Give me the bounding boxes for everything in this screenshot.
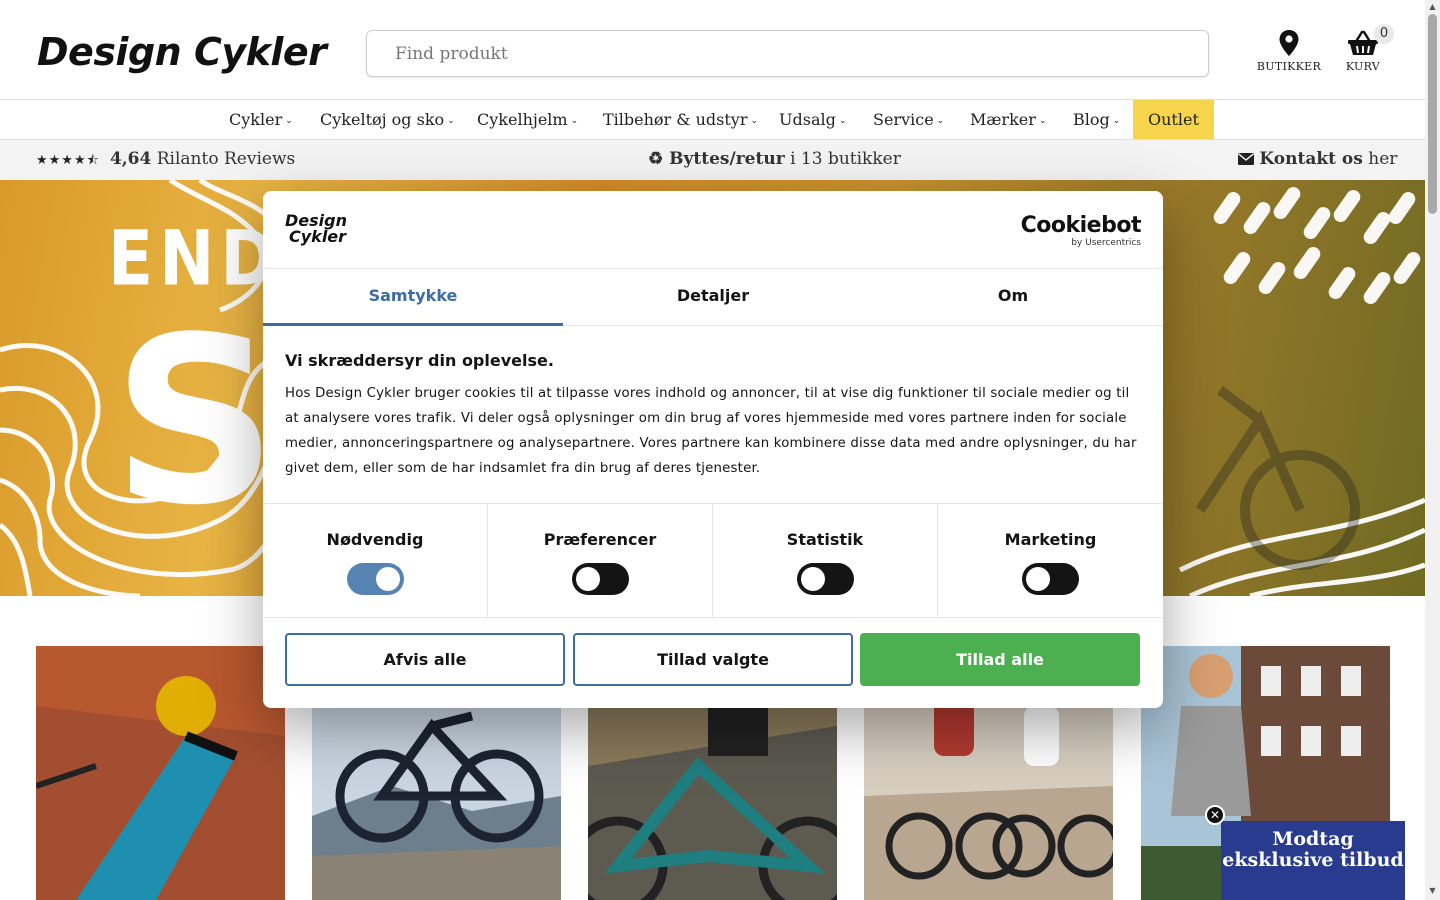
nav-item-tilbehoer[interactable]: Tilbehør & udstyr ⌄ (603, 100, 758, 139)
allow-all-button[interactable]: Tillad alle (860, 633, 1140, 686)
hero-big-letter: S (112, 289, 278, 556)
nav-label: Tilbehør & udstyr (603, 110, 748, 129)
reviews-label: Rilanto Reviews (156, 149, 296, 169)
star-rating-icon: ★★★★⯪ (36, 153, 100, 168)
rating-value: 4,64 (109, 149, 152, 169)
reject-all-button[interactable]: Afvis alle (285, 633, 565, 686)
chevron-down-icon: ⌄ (570, 116, 579, 126)
scroll-up-arrow-icon[interactable]: ▲ (1428, 2, 1437, 12)
toggle-knob (575, 567, 600, 591)
nav-item-cykler[interactable]: Cykler ⌄ (229, 100, 293, 139)
toggle-knob (800, 567, 825, 591)
reviews-link[interactable]: ★★★★⯪ 4,64 Rilanto Reviews (36, 140, 295, 180)
dialog-body-text: Hos Design Cykler bruger cookies til at … (285, 386, 1137, 476)
cookiebot-logo[interactable]: Cookiebot by Usercentrics (1020, 213, 1142, 249)
nav-item-cykelhjelm[interactable]: Cykelhjelm ⌄ (477, 100, 578, 139)
nav-label: Cykelhjelm (477, 110, 568, 129)
allow-selected-button[interactable]: Tillad valgte (573, 633, 853, 686)
nav-label: Mærker (970, 110, 1036, 129)
toggle-label: Marketing (1004, 530, 1097, 549)
contact-rest: her (1368, 149, 1398, 169)
chevron-down-icon: ⌄ (285, 116, 293, 126)
chevron-down-icon: ⌄ (838, 116, 847, 126)
envelope-icon (1238, 153, 1254, 165)
nav-item-maerker[interactable]: Mærker ⌄ (970, 100, 1046, 139)
chevron-down-icon: ⌄ (1112, 116, 1121, 126)
toggle-switch-marketing[interactable] (1022, 563, 1079, 595)
nav-label: Cykler (229, 110, 283, 129)
provider-sub: by Usercentrics (1071, 238, 1141, 248)
cart-label: KURV (1345, 60, 1381, 73)
nav-item-service[interactable]: Service ⌄ (873, 100, 944, 139)
scroll-thumb[interactable] (1428, 14, 1437, 214)
page-scrollbar[interactable]: ▲ ▼ (1425, 0, 1440, 900)
nav-label: Service (873, 110, 934, 129)
toggle-label: Præferencer (543, 530, 657, 549)
chevron-down-icon: ⌄ (1038, 116, 1047, 126)
e-bike-image (36, 646, 285, 900)
consent-toggles: Nødvendig Præferencer Statistik Marketin… (263, 503, 1163, 618)
scroll-down-arrow-icon[interactable]: ▼ (1428, 886, 1437, 896)
search-input[interactable] (367, 31, 1208, 76)
toggle-label: Nødvendig (326, 530, 424, 549)
chevron-down-icon: ⌄ (750, 116, 759, 126)
cart-count-badge: 0 (1374, 24, 1394, 44)
nav-item-udsalg[interactable]: Udsalg ⌄ (779, 100, 846, 139)
cookie-consent-dialog: Design Cykler Cookiebot by Usercentrics … (263, 191, 1163, 708)
toggle-switch-preferences[interactable] (571, 563, 629, 595)
toggle-switch-statistics[interactable] (796, 563, 854, 595)
tab-detaljer[interactable]: Detaljer (563, 269, 863, 326)
nav-item-cykeltoej[interactable]: Cykeltøj og sko ⌄ (320, 100, 455, 139)
toggle-group-marketing: Marketing (938, 504, 1163, 618)
toggle-group-necessary: Nødvendig (263, 504, 488, 618)
site-header: Design Cykler BUTIKKER KURV 0 (0, 0, 1425, 100)
provider-name: Cookiebot (1020, 213, 1142, 238)
nav-label: Cykeltøj og sko (320, 110, 445, 129)
contact-link[interactable]: Kontakt os her (1238, 140, 1397, 178)
nav-label: Blog (1073, 110, 1110, 129)
returns-link[interactable]: ♻ Byttes/retur i 13 butikker (648, 140, 901, 178)
chevron-down-icon: ⌄ (936, 116, 945, 126)
info-bar: ★★★★⯪ 4,64 Rilanto Reviews ♻ Byttes/retur… (0, 140, 1425, 180)
close-icon[interactable]: ✕ (1205, 805, 1225, 825)
map-pin-icon (1279, 30, 1299, 56)
toggle-switch-necessary[interactable] (346, 563, 404, 595)
toggle-group-preferences: Præferencer (488, 504, 713, 618)
dialog-logo-line2: Cykler (289, 227, 347, 246)
nav-label: Udsalg (779, 110, 836, 129)
site-logo[interactable]: Design Cykler (37, 30, 327, 74)
main-nav: Cykler ⌄ Cykeltøj og sko ⌄ Cykelhjelm ⌄ Til… (0, 100, 1425, 140)
search-box[interactable] (366, 30, 1209, 77)
stores-button[interactable]: BUTIKKER (1256, 30, 1322, 73)
toggle-group-statistics: Statistik (713, 504, 938, 618)
dialog-heading: Vi skræddersyr din oplevelse. (285, 351, 554, 370)
dialog-tabs: Samtykke Detaljer Om (263, 268, 1163, 326)
nav-item-outlet[interactable]: Outlet (1133, 100, 1214, 139)
nav-item-blog[interactable]: Blog ⌄ (1073, 100, 1120, 139)
category-tile[interactable] (36, 646, 285, 900)
contact-label: Kontakt os (1259, 149, 1363, 169)
tab-samtykke[interactable]: Samtykke (263, 269, 563, 326)
returns-label: ♻ Byttes/retur (648, 149, 785, 169)
tab-om[interactable]: Om (863, 269, 1163, 326)
toggle-knob (375, 567, 400, 591)
toggle-knob (1026, 567, 1050, 591)
dialog-logo: Design Cykler (285, 213, 347, 245)
chevron-down-icon: ⌄ (447, 116, 455, 126)
returns-stores: i 13 butikker (790, 149, 901, 169)
newsletter-promo[interactable]: Modtag eksklusive tilbud (1221, 821, 1405, 900)
toggle-label: Statistik (786, 530, 864, 549)
stores-label: BUTIKKER (1256, 60, 1322, 73)
